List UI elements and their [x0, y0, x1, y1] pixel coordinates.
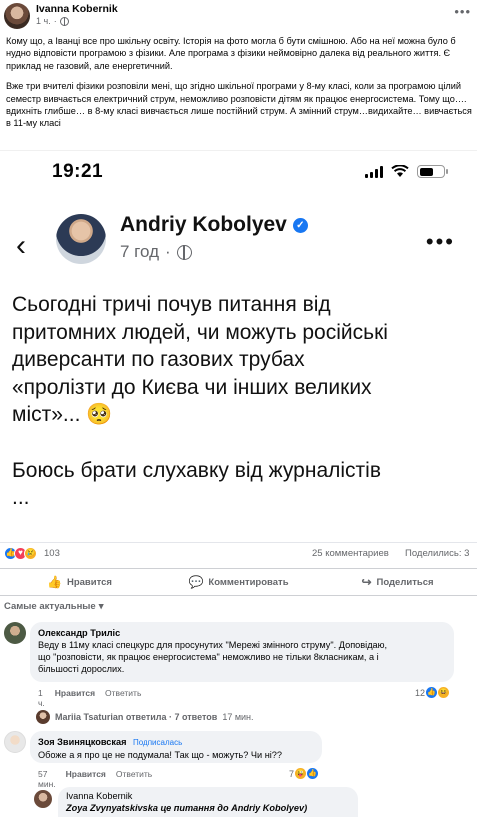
post-meta: 1 ч. ·: [36, 16, 69, 26]
post-author[interactable]: Ivanna Kobernik: [36, 3, 118, 15]
comment-text-line: Zoya Zvynyatskivska це питання до Andriy…: [66, 803, 308, 813]
post-time[interactable]: 1 ч.: [36, 16, 51, 26]
post-text: Кому що, а Іванці все про шкільну освіту…: [6, 35, 474, 138]
comment-reaction-count: 7: [289, 768, 295, 779]
comment-text-line: Обоже а я про це не подумала! Так що - м…: [38, 750, 283, 760]
post-paragraph: Вже три вчителі фізики розповіли мені, щ…: [6, 81, 472, 129]
battery-icon: [417, 165, 448, 178]
replier-avatar: [36, 710, 50, 724]
comment-reactions[interactable]: 12 👍 😆: [415, 687, 450, 698]
commenter-name[interactable]: Ivanna Kobernik: [66, 790, 350, 802]
comment-actions: 57 мин. Нравится Ответить: [38, 769, 152, 789]
screenshot-meta: 7 год ·: [120, 242, 192, 262]
like-reaction-icon: 👍: [426, 687, 438, 698]
reaction-count[interactable]: 103: [44, 548, 60, 559]
signal-icon: [365, 165, 383, 178]
comment-sort-dropdown[interactable]: Самые актуальные ▾: [4, 601, 103, 612]
like-reaction-icon: 👍: [307, 768, 319, 779]
comment-reaction-count: 12: [415, 687, 426, 698]
back-arrow-icon: ‹: [16, 229, 26, 262]
comment-bubble-icon: 💬: [188, 575, 204, 589]
comment-reactions[interactable]: 7 😜 👍: [289, 768, 319, 779]
comment-button[interactable]: 💬 Комментировать: [159, 569, 318, 595]
shares-count[interactable]: Поделились: 3: [405, 548, 469, 559]
comment-text-line: що "розповісти, як працює енергосистема"…: [38, 652, 379, 662]
comment-bubble: Ivanna Kobernik Zoya Zvynyatskivska це п…: [58, 787, 358, 817]
commenter-name[interactable]: Зоя Звиняцковская: [38, 737, 126, 747]
comment-text-line: більшості дорослих.: [38, 664, 125, 674]
screenshot-author: Andriy Kobolyev ✓: [120, 213, 308, 237]
share-arrow-icon: ↪: [361, 575, 372, 589]
chevron-down-icon: ▾: [98, 601, 104, 612]
comment-actions: 1 ч. Нравится Ответить: [38, 688, 141, 708]
comment-time[interactable]: 57 мин.: [38, 769, 56, 789]
replies-link[interactable]: Mariia Tsaturian ответила · 7 ответов 17…: [36, 710, 254, 724]
reaction-icons[interactable]: 👍 ♥ 😢: [4, 547, 37, 560]
action-bar: 👍 Нравится 💬 Комментировать ↪ Поделиться: [0, 568, 477, 596]
screenshot-avatar: [56, 214, 106, 264]
comment-reply-link[interactable]: Ответить: [105, 688, 141, 708]
comment-time[interactable]: 1 ч.: [38, 688, 45, 708]
thumbs-up-icon: 👍: [47, 575, 62, 589]
haha-reaction-icon: 😆: [438, 687, 450, 698]
comment-like-link[interactable]: Нравится: [55, 688, 95, 708]
more-horizontal-icon: •••: [425, 229, 455, 254]
post-header: Ivanna Kobernik 1 ч. · •••: [0, 0, 477, 32]
verified-badge-icon: ✓: [292, 217, 308, 233]
author-avatar[interactable]: [4, 3, 30, 29]
haha-reaction-icon: 😜: [295, 768, 307, 779]
phone-clock: 19:21: [52, 161, 104, 182]
reactions-row: 👍 ♥ 😢 103 25 комментариев Поделились: 3: [0, 545, 477, 563]
commenter-avatar[interactable]: [4, 622, 26, 644]
globe-icon: [176, 244, 192, 260]
sad-reaction-icon: 😢: [24, 547, 37, 560]
post-paragraph: Кому що, а Іванці все про шкільну освіту…: [6, 36, 456, 71]
comment-text-line: Веду в 11му класі спецкурс для просунути…: [38, 640, 388, 650]
globe-icon: [59, 16, 69, 26]
like-button[interactable]: 👍 Нравится: [0, 569, 159, 595]
commenter-name[interactable]: Олександр Триліс: [38, 627, 446, 639]
share-button[interactable]: ↪ Поделиться: [318, 569, 477, 595]
comment-bubble: Олександр Триліс Веду в 11му класі спецк…: [30, 622, 454, 682]
commenter-avatar[interactable]: [4, 731, 26, 753]
post-image[interactable]: 19:21 ‹ Andriy Kobolyev ✓ 7 год · ••• Сь…: [0, 150, 477, 543]
follower-badge: Подписалась: [133, 738, 183, 747]
comment-reply-link[interactable]: Ответить: [116, 769, 152, 789]
commenter-avatar[interactable]: [34, 790, 52, 808]
screenshot-text: Сьогодні тричі почув питання від притомн…: [12, 293, 388, 509]
more-horizontal-icon[interactable]: •••: [454, 4, 471, 19]
wifi-icon: [391, 165, 409, 177]
comment-like-link[interactable]: Нравится: [66, 769, 106, 789]
comment-bubble: Зоя Звиняцковская Подписалась Обоже а я …: [30, 731, 322, 763]
phone-status-bar: [365, 165, 448, 178]
comments-count[interactable]: 25 комментариев: [312, 548, 389, 559]
